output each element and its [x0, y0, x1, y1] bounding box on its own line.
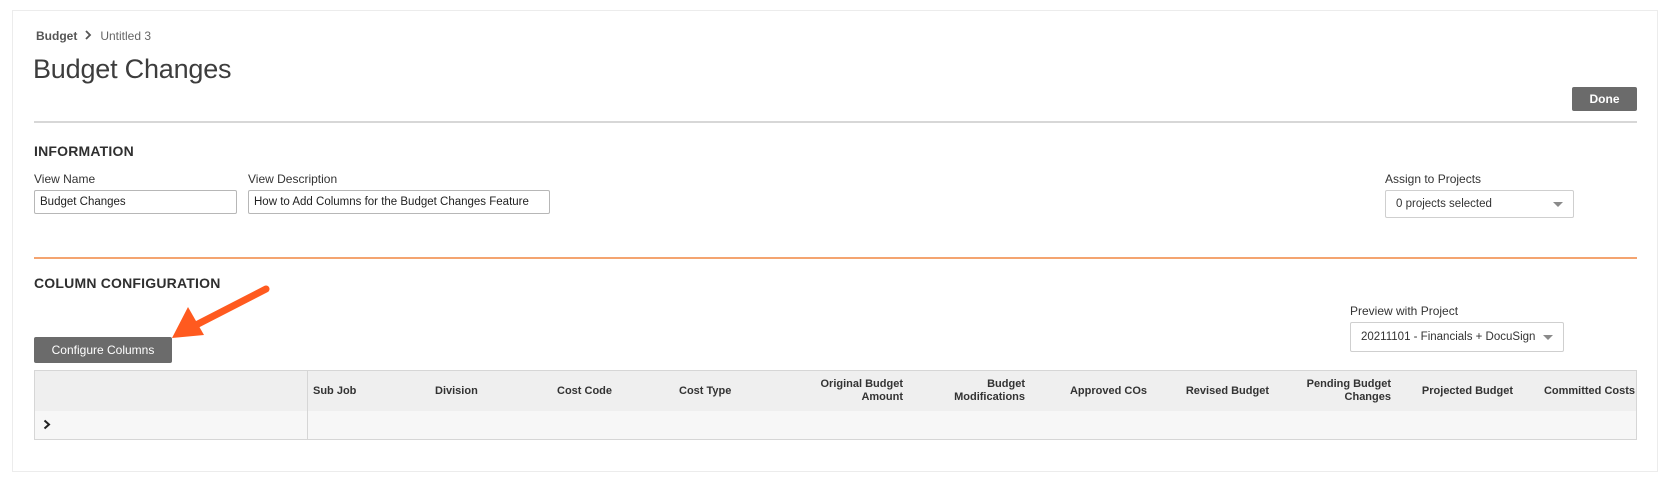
orange-arrow-icon: [172, 285, 270, 338]
column-header[interactable]: Cost Type: [679, 371, 779, 411]
breadcrumb-budget-link[interactable]: Budget: [36, 29, 77, 43]
view-description-label: View Description: [248, 172, 338, 186]
breadcrumb: Budget Untitled 3: [36, 29, 151, 43]
preview-with-project-label: Preview with Project: [1350, 304, 1459, 318]
column-header[interactable]: Approved COs: [1047, 371, 1147, 411]
view-name-input[interactable]: [34, 190, 237, 214]
view-name-label: View Name: [34, 172, 96, 186]
preview-grid: Sub Job Division Cost Code Cost Type Ori…: [34, 370, 1637, 440]
column-header[interactable]: Budget Modifications: [935, 371, 1025, 411]
column-header[interactable]: Revised Budget: [1169, 371, 1269, 411]
caret-down-icon: [1543, 334, 1553, 340]
column-header[interactable]: Cost Code: [557, 371, 657, 411]
page-title: Budget Changes: [33, 54, 232, 84]
column-header[interactable]: Projected Budget: [1411, 371, 1513, 411]
preview-project-select[interactable]: 20211101 - Financials + DocuSign...: [1350, 322, 1564, 352]
chevron-right-icon: [85, 29, 92, 43]
column-header[interactable]: Sub Job: [313, 371, 413, 411]
column-header[interactable]: Pending Budget Changes: [1301, 371, 1391, 411]
column-header[interactable]: Original Budget Amount: [813, 371, 904, 411]
view-description-input[interactable]: [248, 190, 550, 214]
grid-column-divider: [307, 371, 308, 439]
table-row: [35, 411, 1636, 439]
information-heading: INFORMATION: [34, 143, 134, 159]
column-header[interactable]: Committed Costs: [1525, 371, 1635, 411]
preview-project-value: 20211101 - Financials + DocuSign...: [1361, 331, 1535, 343]
section-divider: [34, 257, 1637, 259]
assign-to-projects-value: 0 projects selected: [1396, 198, 1492, 210]
chevron-right-icon[interactable]: [43, 419, 51, 432]
configure-columns-button[interactable]: Configure Columns: [34, 337, 172, 363]
assign-to-projects-label: Assign to Projects: [1385, 172, 1482, 186]
column-header[interactable]: Division: [435, 371, 535, 411]
header-divider: [34, 121, 1637, 123]
breadcrumb-current: Untitled 3: [100, 29, 152, 43]
grid-header: Sub Job Division Cost Code Cost Type Ori…: [35, 371, 1636, 412]
assign-to-projects-select[interactable]: 0 projects selected: [1385, 190, 1574, 218]
done-button[interactable]: Done: [1572, 87, 1637, 111]
caret-down-icon: [1553, 201, 1563, 207]
